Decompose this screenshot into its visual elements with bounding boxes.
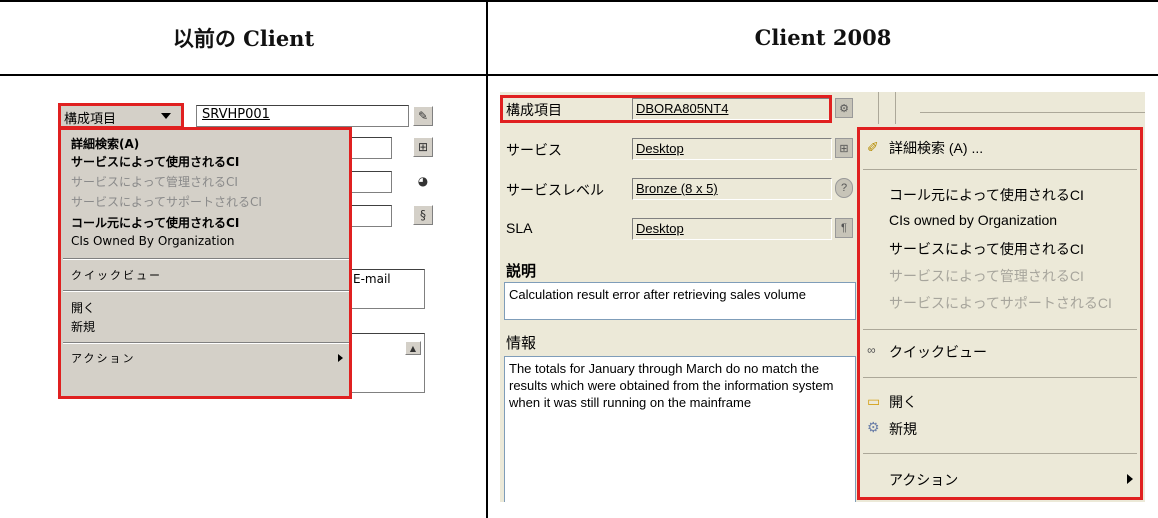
header-previous-client: 以前の Client [172,25,315,51]
column-divider [486,0,488,518]
header-rule [0,74,1158,76]
new-sla-icon[interactable]: ¶ [835,218,853,238]
old-scroll-up-icon[interactable]: ▲ [405,341,421,355]
panel-divider [895,92,896,124]
header-client-2008: Client 2008 [754,25,892,50]
old-field-input-3[interactable] [350,171,392,193]
new-description-field[interactable]: Calculation result error after retrievin… [504,282,856,320]
new-info-label: 情報 [506,335,537,352]
new-field-label-sla: SLA [506,220,533,236]
new-person-lookup-icon[interactable]: ⚙ [835,98,853,118]
new-field-value-service[interactable]: Desktop [632,138,832,160]
new-help-icon[interactable]: ? [835,178,853,198]
old-ci-value: SRVHP001 [202,107,270,122]
new-description-label: 説明 [506,263,537,280]
new-tree-icon[interactable]: ⊞ [835,138,853,158]
old-field-highlight [58,103,184,129]
new-field-value-sla[interactable]: Desktop [632,218,832,240]
panel-divider [920,112,1145,113]
new-field-label-service-level: サービスレベル [506,182,604,198]
new-field-label-service: サービス [506,142,562,158]
old-field-input-2[interactable] [350,137,392,159]
table-header-row: 以前の Client Client 2008 [0,0,1158,75]
old-email-text: E-mail [353,272,391,286]
old-email-box[interactable]: E-mail [350,269,425,309]
new-field-value-service-level[interactable]: Bronze (8 x 5) [632,178,832,200]
old-scroll-icon[interactable]: § [413,205,433,225]
new-description-text: Calculation result error after retrievin… [509,287,806,302]
new-info-text: The totals for January through March do … [509,361,834,410]
new-menu-highlight [857,127,1143,500]
old-field-input-4[interactable] [350,205,392,227]
panel-divider [878,92,879,124]
new-info-field[interactable]: The totals for January through March do … [504,356,856,502]
new-field-highlight [500,95,832,123]
old-tree-icon[interactable]: ⊞ [413,137,433,157]
old-menu-highlight [58,127,352,399]
old-field-lookup-icon[interactable]: ✎ [413,106,433,126]
old-pie-icon[interactable]: ◕ [413,171,433,191]
old-client-panel: 構成項目 SRVHP001 ✎ ⊞ ◕ § E-mail ▲ 詳細検索(A) サ… [58,103,435,405]
